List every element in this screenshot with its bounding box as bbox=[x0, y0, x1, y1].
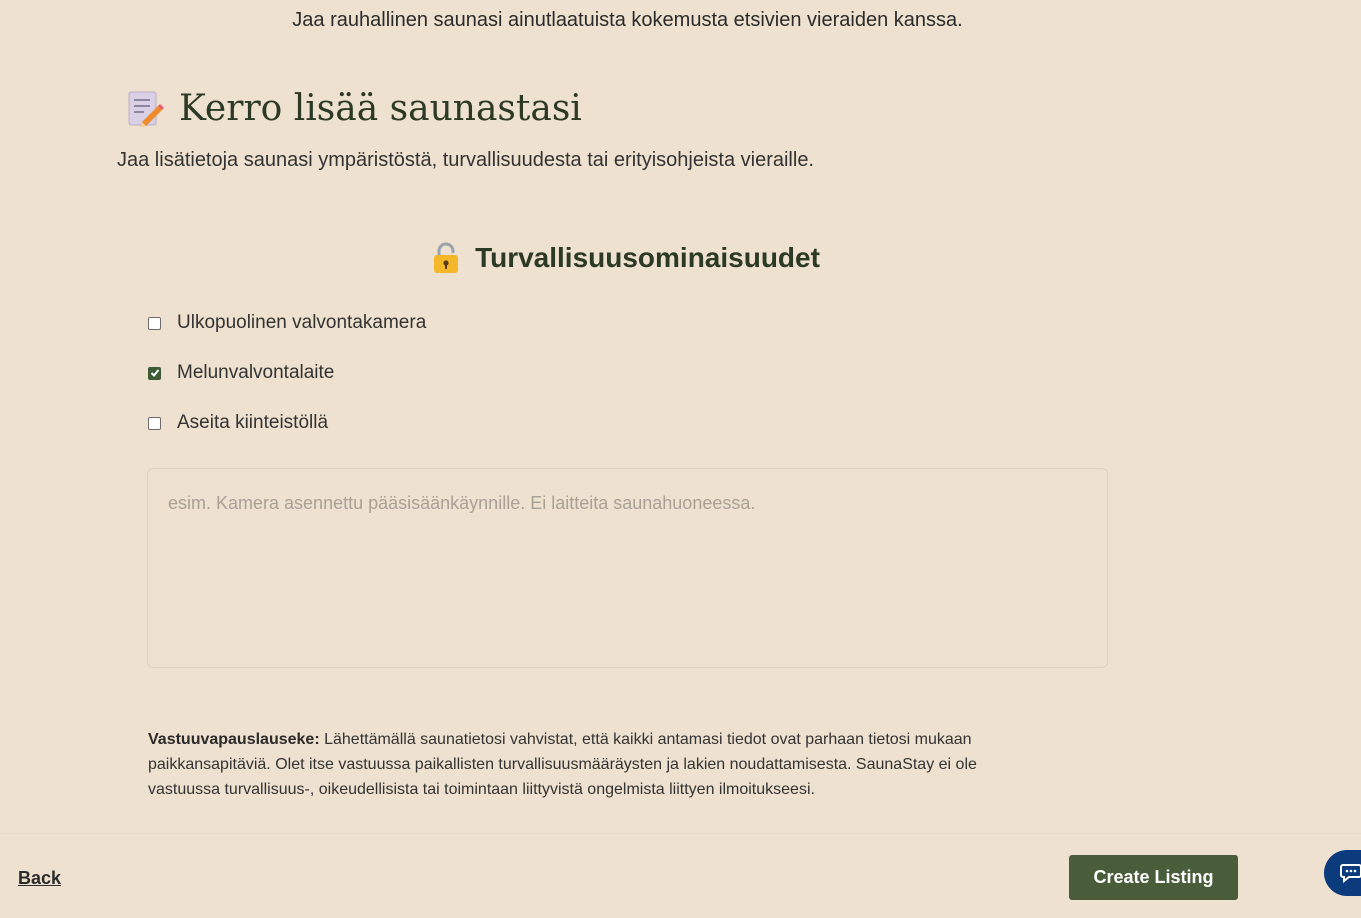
create-listing-button[interactable]: Create Listing bbox=[1069, 855, 1238, 900]
safety-notes-textarea[interactable]: esim. Kamera asennettu pääsisäänkäynnill… bbox=[147, 468, 1108, 668]
noise-monitor-label: Melunvalvontalaite bbox=[177, 362, 335, 383]
lock-icon bbox=[434, 242, 459, 273]
option-weapons[interactable]: Aseita kiinteistöllä bbox=[148, 412, 328, 434]
memo-icon bbox=[128, 91, 164, 127]
intro-text: Jaa rauhallinen saunasi ainutlaatuista k… bbox=[292, 9, 963, 31]
outdoor-camera-checkbox[interactable] bbox=[148, 316, 161, 330]
weapons-checkbox[interactable] bbox=[148, 416, 161, 430]
back-link[interactable]: Back bbox=[18, 868, 61, 889]
disclaimer-label: Vastuuvapauslauseke: bbox=[148, 731, 320, 748]
option-outdoor-camera[interactable]: Ulkopuolinen valvontakamera bbox=[148, 312, 426, 334]
option-noise-monitor[interactable]: Melunvalvontalaite bbox=[148, 362, 334, 384]
weapons-label: Aseita kiinteistöllä bbox=[177, 412, 329, 433]
noise-monitor-checkbox[interactable] bbox=[148, 366, 161, 380]
section-header: Kerro lisää saunastasi bbox=[126, 88, 582, 129]
section-subtitle: Jaa lisätietoja saunasi ympäristöstä, tu… bbox=[117, 149, 814, 171]
safety-notes-placeholder: esim. Kamera asennettu pääsisäänkäynnill… bbox=[168, 493, 756, 513]
disclaimer: Vastuuvapauslauseke: Lähettämällä saunat… bbox=[148, 727, 1048, 802]
chat-button[interactable] bbox=[1324, 850, 1361, 896]
chat-icon bbox=[1340, 864, 1361, 883]
section-title: Kerro lisää saunastasi bbox=[179, 88, 582, 129]
safety-header: Turvallisuusominaisuudet bbox=[0, 242, 1361, 274]
footer-divider bbox=[0, 833, 1361, 834]
outdoor-camera-label: Ulkopuolinen valvontakamera bbox=[177, 312, 427, 333]
safety-title: Turvallisuusominaisuudet bbox=[475, 242, 820, 273]
check-icon bbox=[150, 369, 159, 377]
